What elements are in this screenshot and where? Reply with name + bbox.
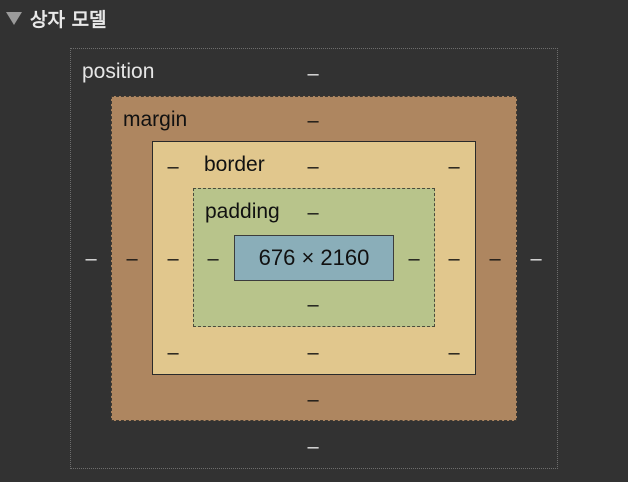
content-size-box[interactable]: 676 × 2160	[234, 235, 394, 281]
border-bottom-right-value[interactable]: –	[442, 342, 466, 364]
border-top-left-value[interactable]: –	[161, 156, 185, 178]
margin-label: margin	[123, 108, 188, 131]
border-left-value[interactable]: –	[161, 248, 185, 270]
position-left-value[interactable]: –	[79, 248, 103, 270]
position-top-value[interactable]: –	[301, 63, 325, 85]
box-model-panel: 상자 모델 position – – – – margin – – – – bo…	[0, 0, 628, 482]
border-top-value[interactable]: –	[301, 156, 325, 178]
margin-top-value[interactable]: –	[301, 110, 325, 132]
margin-left-value[interactable]: –	[120, 248, 144, 270]
border-top-right-value[interactable]: –	[442, 156, 466, 178]
content-size-value: 676 × 2160	[258, 245, 370, 270]
border-label: border	[204, 153, 265, 176]
border-bottom-left-value[interactable]: –	[161, 342, 185, 364]
padding-left-value[interactable]: –	[201, 248, 225, 270]
box-model-title: 상자 모델	[30, 8, 107, 31]
margin-right-value[interactable]: –	[483, 248, 507, 270]
margin-bottom-value[interactable]: –	[301, 389, 325, 411]
position-right-value[interactable]: –	[524, 248, 548, 270]
border-bottom-value[interactable]: –	[301, 342, 325, 364]
triangle-down-icon[interactable]	[6, 12, 22, 25]
position-bottom-value[interactable]: –	[301, 436, 325, 458]
padding-top-value[interactable]: –	[301, 202, 325, 224]
position-label: position	[82, 60, 155, 83]
padding-label: padding	[205, 200, 280, 223]
border-right-value[interactable]: –	[442, 248, 466, 270]
padding-right-value[interactable]: –	[402, 248, 426, 270]
padding-bottom-value[interactable]: –	[301, 294, 325, 316]
box-model-header[interactable]: 상자 모델	[6, 5, 107, 31]
